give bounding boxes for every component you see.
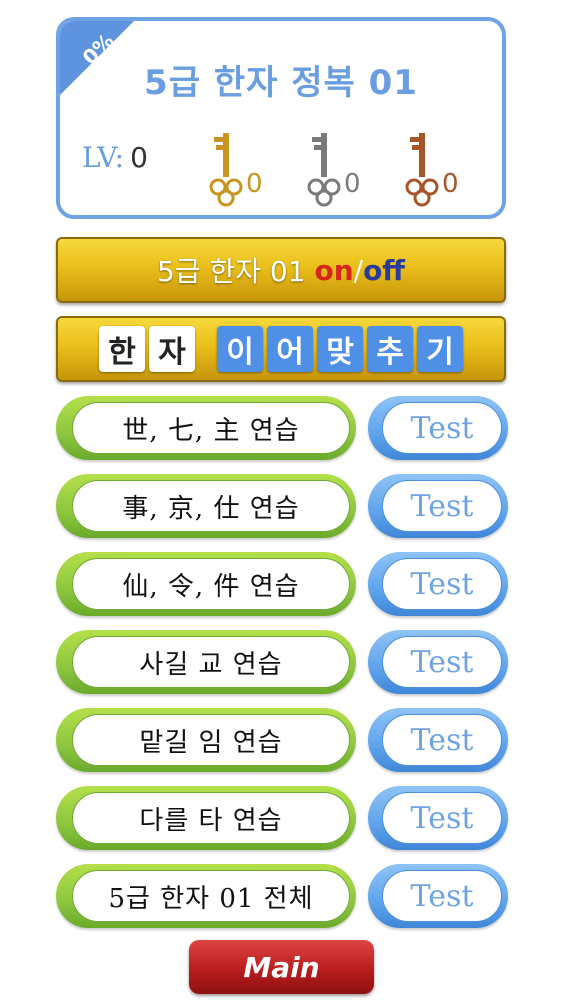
practice-button-4[interactable]: 사길 교 연습 <box>56 630 356 694</box>
practice-row-4: 사길 교 연습 Test <box>56 630 508 694</box>
gold-key-count: 0 <box>246 169 263 199</box>
test-label: Test <box>382 402 502 454</box>
level-indicator: LV: 0 <box>82 141 148 174</box>
toggle-on-text: on <box>314 253 354 287</box>
bronze-key-count: 0 <box>442 169 459 199</box>
hanja-on-off-toggle[interactable]: 5급 한자 01 on / off <box>56 237 506 303</box>
test-button-6[interactable]: Test <box>368 786 508 850</box>
gold-key-icon <box>209 133 243 207</box>
page: 0% 5급 한자 정복 01 LV: 0 0 0 0 5급 한자 01 on /… <box>0 0 563 1000</box>
test-button-1[interactable]: Test <box>368 396 508 460</box>
toggle-slash: / <box>353 253 364 287</box>
practice-row-6: 다를 타 연습 Test <box>56 786 508 850</box>
progress-card: 0% 5급 한자 정복 01 LV: 0 0 0 0 <box>56 17 506 219</box>
practice-button-1[interactable]: 世, 七, 主 연습 <box>56 396 356 460</box>
tile-eo: 어 <box>267 326 313 372</box>
practice-row-1: 世, 七, 主 연습 Test <box>56 396 508 460</box>
bronze-key-counter: 0 <box>404 131 459 207</box>
practice-button-6[interactable]: 다를 타 연습 <box>56 786 356 850</box>
test-button-2[interactable]: Test <box>368 474 508 538</box>
test-button-5[interactable]: Test <box>368 708 508 772</box>
practice-button-7[interactable]: 5급 한자 01 전체 <box>56 864 356 928</box>
practice-label: 맡길 임 연습 <box>72 714 350 766</box>
practice-row-3: 仙, 令, 件 연습 Test <box>56 552 508 616</box>
test-button-7[interactable]: Test <box>368 864 508 928</box>
test-label: Test <box>382 480 502 532</box>
test-label: Test <box>382 714 502 766</box>
practice-button-5[interactable]: 맡길 임 연습 <box>56 708 356 772</box>
tile-gi: 기 <box>417 326 463 372</box>
gold-key-counter: 0 <box>208 131 263 207</box>
practice-label: 사길 교 연습 <box>72 636 350 688</box>
page-title: 5급 한자 정복 01 <box>144 63 418 103</box>
practice-button-3[interactable]: 仙, 令, 件 연습 <box>56 552 356 616</box>
practice-row-7: 5급 한자 01 전체 Test <box>56 864 508 928</box>
practice-row-5: 맡길 임 연습 Test <box>56 708 508 772</box>
test-button-3[interactable]: Test <box>368 552 508 616</box>
test-label: Test <box>382 636 502 688</box>
tile-ja: 자 <box>149 326 195 372</box>
tile-chu: 추 <box>367 326 413 372</box>
tile-i: 이 <box>217 326 263 372</box>
bronze-key-icon <box>405 133 439 207</box>
test-button-4[interactable]: Test <box>368 630 508 694</box>
practice-label: 事, 京, 仕 연습 <box>72 480 350 532</box>
silver-key-counter: 0 <box>306 131 361 207</box>
level-label: LV: <box>82 141 125 174</box>
toggle-off-text: off <box>363 253 405 287</box>
tile-mat: 맞 <box>317 326 363 372</box>
main-button[interactable]: Main <box>189 940 374 994</box>
level-value: 0 <box>130 141 148 174</box>
practice-row-2: 事, 京, 仕 연습 Test <box>56 474 508 538</box>
test-label: Test <box>382 558 502 610</box>
practice-label: 仙, 令, 件 연습 <box>72 558 350 610</box>
practice-button-2[interactable]: 事, 京, 仕 연습 <box>56 474 356 538</box>
silver-key-count: 0 <box>344 169 361 199</box>
silver-key-icon <box>307 133 341 207</box>
practice-label: 다를 타 연습 <box>72 792 350 844</box>
test-label: Test <box>382 792 502 844</box>
toggle-label: 5급 한자 01 <box>157 255 315 288</box>
practice-label: 世, 七, 主 연습 <box>72 402 350 454</box>
hanja-matching-game-button[interactable]: 한 자 이 어 맞 추 기 <box>56 316 506 382</box>
test-label: Test <box>382 870 502 922</box>
tile-han: 한 <box>99 326 145 372</box>
practice-label: 5급 한자 01 전체 <box>72 870 350 922</box>
